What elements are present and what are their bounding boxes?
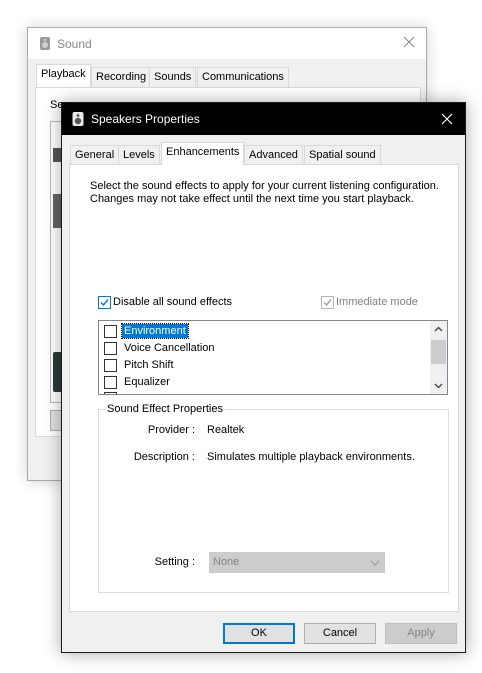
setting-label: Setting : [154,556,195,568]
list-item[interactable]: Pitch Shift [104,357,424,373]
list-item[interactable]: Voice Cancellation [104,340,424,356]
chevron-down-icon [370,560,380,566]
speakers-properties-dialog: Speakers Properties General Levels Enhan… [61,102,466,653]
setting-value: None [213,556,240,568]
disable-all-label[interactable]: Disable all sound effects [113,296,232,308]
disable-all-checkbox[interactable] [98,296,111,309]
description-value: Simulates multiple playback environments… [207,451,415,463]
tab-general[interactable]: General [70,145,120,164]
tab-advanced[interactable]: Advanced [244,145,303,164]
provider-value: Realtek [207,424,245,436]
effect-checkbox[interactable] [104,342,117,355]
effect-label: Voice Cancellation [124,342,215,354]
effect-checkbox[interactable] [104,325,117,338]
checkmark-icon [100,299,109,307]
tab-sounds[interactable]: Sounds [149,67,197,87]
effect-label: Environment [121,323,189,339]
tab-playback[interactable]: Playback [36,64,91,88]
effect-checkbox-partial [104,392,117,394]
immediate-mode-checkbox[interactable] [321,296,334,309]
close-icon[interactable] [401,34,417,50]
effects-scrollbar[interactable] [430,321,447,394]
cancel-button[interactable]: Cancel [304,623,376,644]
sound-titlebar: Sound [28,28,426,59]
checkmark-icon [323,299,332,307]
tab-communications[interactable]: Communications [197,67,289,87]
effect-checkbox[interactable] [104,359,117,372]
effect-checkbox[interactable] [104,376,117,389]
scroll-thumb[interactable] [431,340,446,364]
tab-levels[interactable]: Levels [118,145,160,164]
setting-dropdown[interactable]: None [209,552,385,573]
sound-window-title: Sound [57,37,92,51]
apply-button[interactable]: Apply [385,623,457,644]
scroll-up-icon[interactable] [430,321,447,338]
list-item[interactable]: Equalizer [104,374,424,390]
speaker-icon [40,37,50,50]
immediate-mode-label[interactable]: Immediate mode [336,296,418,308]
ok-button[interactable]: OK [223,623,295,644]
enhancements-panel: Select the sound effects to apply for yo… [69,164,459,612]
intro-text: Select the sound effects to apply for yo… [90,180,439,205]
effect-label: Pitch Shift [124,359,174,371]
scroll-down-icon[interactable] [430,377,447,394]
effects-list[interactable]: Environment Voice Cancellation Pitch Shi… [98,320,448,395]
group-title: Sound Effect Properties [105,403,225,415]
tab-enhancements[interactable]: Enhancements [161,142,245,165]
effect-label: Equalizer [124,376,170,388]
speaker-icon [72,112,84,126]
tab-spatial-sound[interactable]: Spatial sound [304,145,381,164]
list-item[interactable]: Environment [104,323,424,339]
provider-label: Provider : [147,424,195,436]
description-label: Description : [133,451,195,463]
close-icon[interactable] [439,111,455,127]
dialog-titlebar: Speakers Properties [62,103,465,135]
tab-recording[interactable]: Recording [91,67,152,87]
dialog-title: Speakers Properties [91,112,200,126]
